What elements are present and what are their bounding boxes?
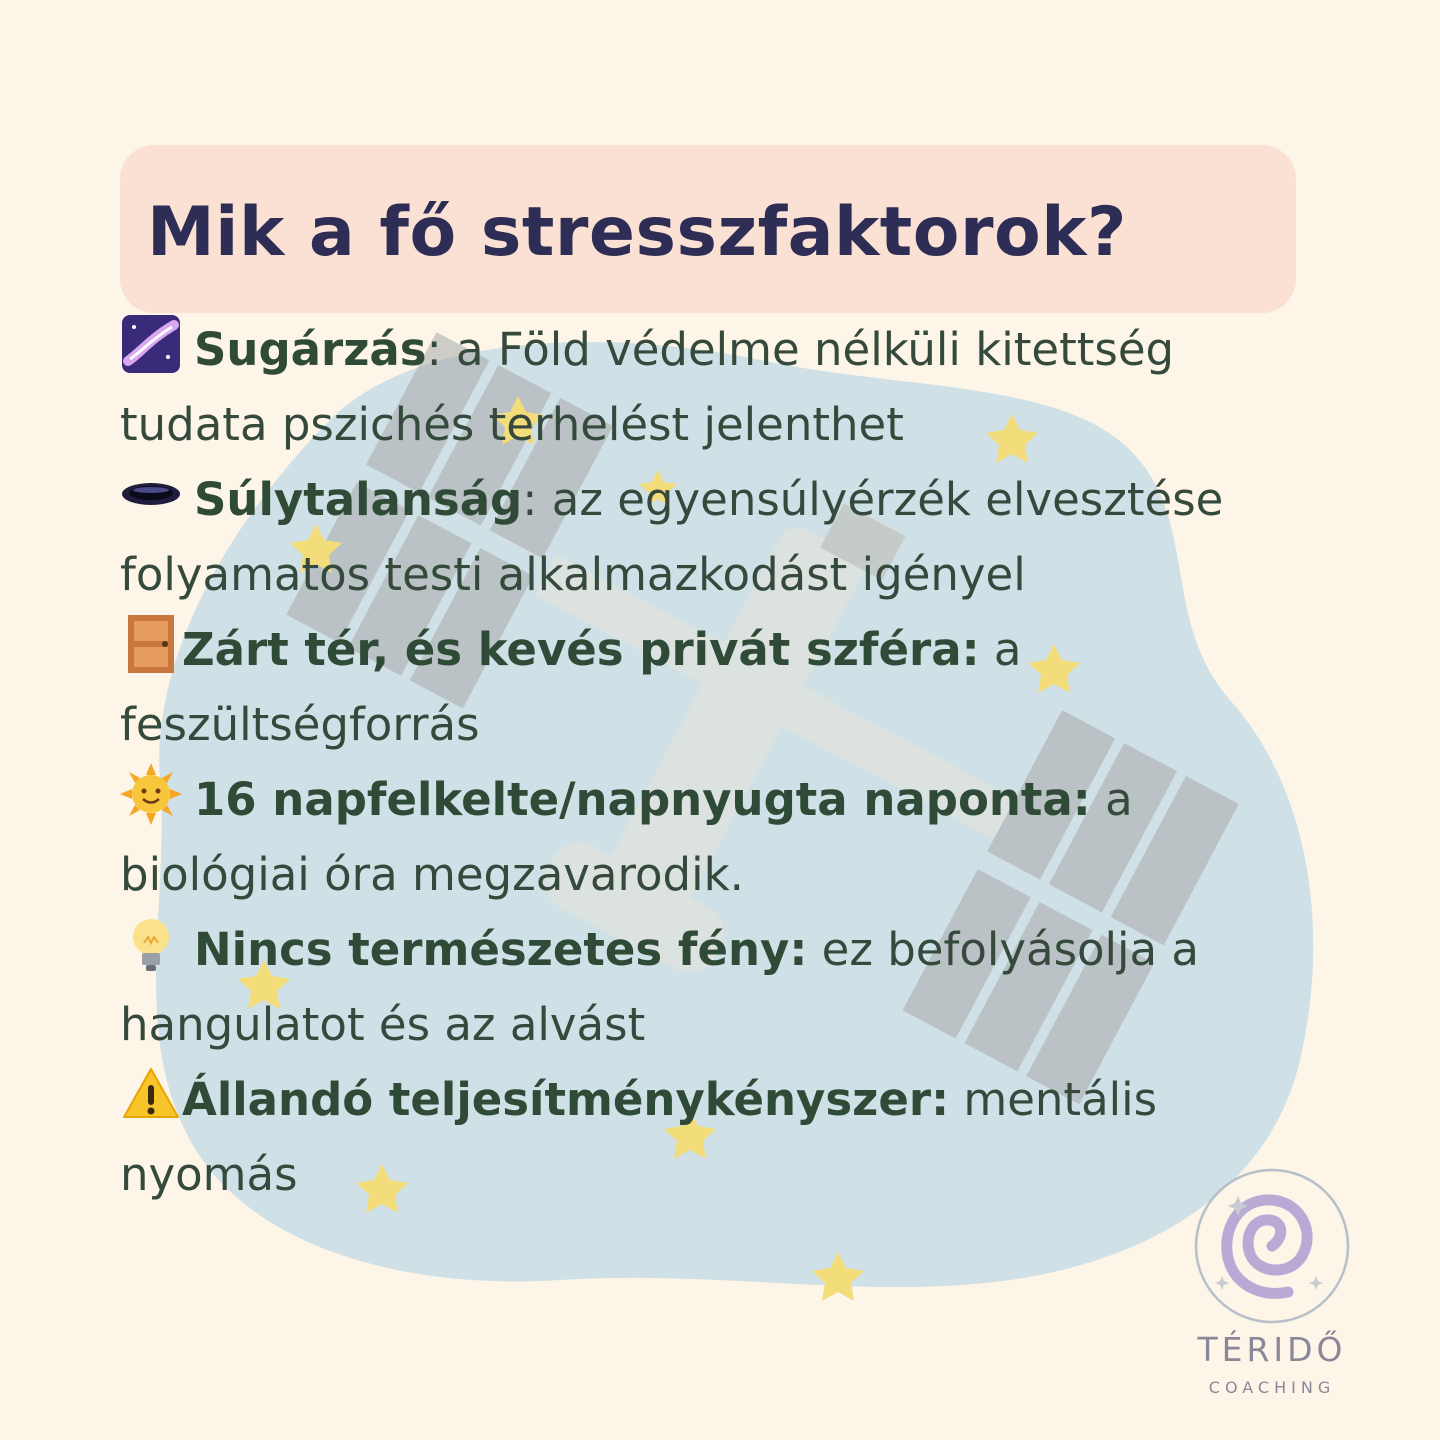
light-bulb-icon <box>120 913 182 975</box>
list-item-closed-space: Zárt tér, és kevés privát szféra: a fesz… <box>120 612 1320 762</box>
item-label: 16 napfelkelte/napnyugta naponta: <box>194 773 1091 826</box>
door-icon <box>120 613 182 675</box>
item-label: Zárt tér, és kevés privát szféra: <box>182 623 980 676</box>
milky-way-icon <box>120 313 182 375</box>
hole-icon <box>120 463 182 525</box>
brand-subtitle: COACHING <box>1208 1378 1336 1397</box>
page-title: Mik a fő stresszfaktorok? <box>147 193 1127 272</box>
item-label: Sugárzás <box>194 323 427 376</box>
list-item-weightlessness: Súlytalanság: az egyensúlyérzék elveszté… <box>120 462 1320 612</box>
list-item-radiation: Sugárzás: a Föld védelme nélküli kitetts… <box>120 312 1320 462</box>
item-label: Állandó teljesítménykényszer: <box>182 1073 950 1126</box>
item-label: Súlytalanság <box>194 473 523 526</box>
stress-factor-list: Sugárzás: a Föld védelme nélküli kitetts… <box>120 312 1320 1212</box>
teridő-logo <box>1194 1168 1350 1324</box>
sun-with-face-icon <box>120 763 182 825</box>
item-label: Nincs természetes fény: <box>194 923 808 976</box>
list-item-performance-pressure: Állandó teljesítménykényszer: mentális n… <box>120 1062 1320 1212</box>
brand-name: TÉRIDŐ <box>1197 1330 1347 1369</box>
warning-icon <box>120 1063 182 1125</box>
list-item-natural-light: Nincs természetes fény: ez befolyásolja … <box>120 912 1320 1062</box>
list-item-sunrises: 16 napfelkelte/napnyugta naponta: a biol… <box>120 762 1320 912</box>
